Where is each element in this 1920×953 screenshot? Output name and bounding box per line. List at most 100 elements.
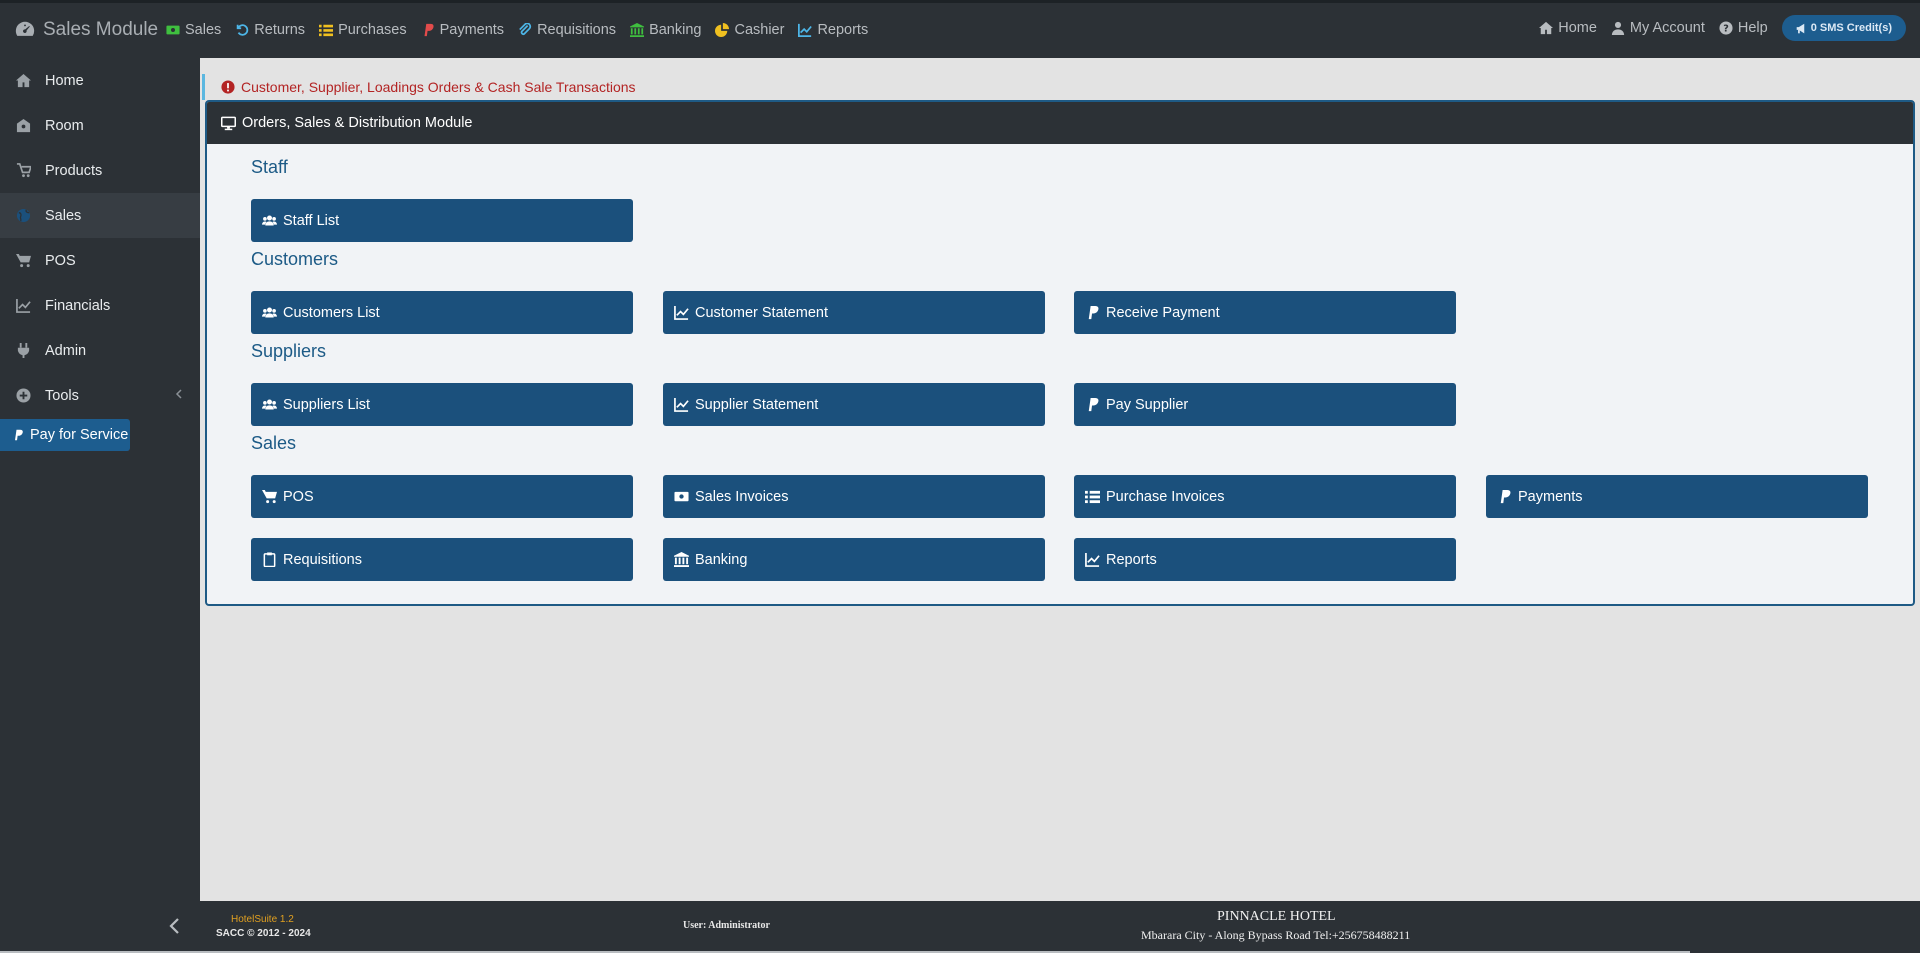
sidebar-item-tools[interactable]: Tools (0, 373, 200, 418)
paypal-icon (1088, 397, 1099, 412)
button-label: Receive Payment (1106, 304, 1220, 321)
users-icon (262, 399, 277, 410)
brand[interactable]: Sales Module (14, 19, 158, 41)
purchase-invoices-button[interactable]: Purchase Invoices (1074, 475, 1456, 518)
module-panel: Orders, Sales & Distribution Module Staf… (205, 100, 1915, 606)
brand-title: Sales Module (43, 19, 159, 40)
button-label: Staff List (283, 212, 340, 229)
button-label: Customer Statement (695, 304, 828, 321)
plug-icon (17, 343, 30, 358)
reports-button[interactable]: Reports (1074, 538, 1456, 581)
sidebar-item-pos[interactable]: POS (0, 238, 200, 283)
list-icon (319, 24, 334, 37)
shopping-cart-icon (16, 253, 31, 268)
button-label: Pay Supplier (1106, 396, 1189, 413)
topnav-label: Purchases (338, 22, 407, 38)
bank-icon (674, 552, 689, 567)
panel-title: Orders, Sales & Distribution Module (242, 115, 473, 131)
exclamation-circle-icon (221, 80, 235, 94)
payments-button[interactable]: Payments (1486, 475, 1868, 518)
undo-icon (237, 24, 249, 36)
section-title-suppliers: Suppliers (251, 341, 327, 361)
list-icon (1085, 490, 1100, 504)
sidebar-item-admin[interactable]: Admin (0, 328, 200, 373)
linechart-icon (798, 23, 813, 37)
nav-home-label: Home (1558, 20, 1597, 36)
room-icon (16, 118, 31, 133)
question-circle-icon: ? (1719, 21, 1733, 35)
svg-text:?: ? (1723, 24, 1729, 35)
nav-account-label: My Account (1629, 20, 1705, 36)
supplier-statement-button[interactable]: Supplier Statement (663, 383, 1045, 426)
cart-icon (16, 163, 31, 178)
sidebar-item-room[interactable]: Room (0, 103, 200, 148)
button-label: Customers List (283, 304, 380, 321)
pos-button[interactable]: POS (251, 475, 633, 518)
requisitions-button[interactable]: Requisitions (251, 538, 633, 581)
sidebar-item-label: Products (45, 162, 103, 179)
money-icon (166, 25, 180, 35)
topnav-cashier[interactable]: Cashier (715, 22, 784, 38)
chevron-left-icon[interactable] (168, 917, 182, 935)
banking-button[interactable]: Banking (663, 538, 1045, 581)
app-version: HotelSuite 1.2 (231, 914, 294, 925)
sidebar-item-products[interactable]: Products (0, 148, 200, 193)
copyright: SACC © 2012 - 2024 (216, 928, 311, 939)
topnav-returns[interactable]: Returns (235, 22, 305, 38)
button-label: Supplier Statement (695, 396, 819, 413)
staff-list-button[interactable]: Staff List (251, 199, 633, 242)
button-label: Sales Invoices (695, 488, 789, 505)
sidebar-item-label: Room (45, 117, 84, 134)
sms-credits-badge[interactable]: 0 SMS Credit(s) (1781, 15, 1906, 41)
sales-invoices-button[interactable]: Sales Invoices (663, 475, 1045, 518)
topnav-label: Requisitions (537, 22, 617, 38)
sidebar-item-label: Admin (45, 342, 87, 359)
users-icon (262, 215, 277, 226)
linechart-icon (674, 305, 689, 320)
hotel-address: Mbarara City - Along Bypass Road Tel:+25… (1141, 928, 1411, 942)
top-navbar: Sales Module Sales Returns Purchases Pay… (0, 0, 1920, 58)
user-icon (1611, 21, 1625, 35)
customer-statement-button[interactable]: Customer Statement (663, 291, 1045, 334)
topnav-label: Cashier (734, 22, 785, 38)
topnav-reports[interactable]: Reports (798, 22, 868, 38)
topnav-purchases[interactable]: Purchases (319, 22, 407, 38)
suppliers-list-button[interactable]: Suppliers List (251, 383, 633, 426)
alert-text: Customer, Supplier, Loadings Orders & Ca… (241, 79, 636, 95)
money-icon (674, 491, 689, 502)
users-icon (262, 307, 277, 318)
nav-home[interactable]: Home (1539, 20, 1597, 36)
pay-for-service-button[interactable]: Pay for Service (0, 419, 130, 451)
linechart-icon (16, 298, 31, 313)
main-content: Customer, Supplier, Loadings Orders & Ca… (200, 58, 1920, 901)
panel-header: Orders, Sales & Distribution Module (207, 102, 1913, 144)
topnav-requisitions[interactable]: Requisitions (518, 22, 616, 38)
nav-my-account[interactable]: My Account (1611, 20, 1705, 36)
receive-payment-button[interactable]: Receive Payment (1074, 291, 1456, 334)
button-label: POS (283, 488, 314, 505)
nav-help-label: Help (1737, 20, 1768, 36)
home-icon (1539, 21, 1554, 35)
sidebar-item-label: Home (45, 72, 84, 89)
topnav-sales[interactable]: Sales (166, 22, 221, 38)
chevron-left-icon[interactable] (174, 389, 184, 399)
globe-icon (16, 208, 31, 223)
topnav-banking[interactable]: Banking (630, 22, 701, 38)
paperclip-icon (519, 23, 532, 35)
nav-help[interactable]: ? Help (1719, 20, 1768, 36)
sidebar: Home Room Products Sales POS Financials … (0, 58, 200, 901)
paypal-icon (15, 429, 23, 441)
button-label: Requisitions (283, 551, 362, 568)
sidebar-item-label: Financials (45, 297, 111, 314)
paypal-icon (1500, 489, 1511, 504)
topnav-payments[interactable]: Payments (421, 22, 504, 38)
customers-list-button[interactable]: Customers List (251, 291, 633, 334)
desktop-icon (221, 116, 236, 130)
right-nav: Home My Account ? Help 0 SMS Credit(s) (1539, 15, 1906, 41)
pay-supplier-button[interactable]: Pay Supplier (1074, 383, 1456, 426)
paypal-icon (1088, 305, 1099, 320)
sidebar-item-home[interactable]: Home (0, 58, 200, 103)
pay-for-service-label: Pay for Service (30, 427, 129, 443)
sidebar-item-financials[interactable]: Financials (0, 283, 200, 328)
sidebar-item-sales[interactable]: Sales (0, 193, 200, 238)
